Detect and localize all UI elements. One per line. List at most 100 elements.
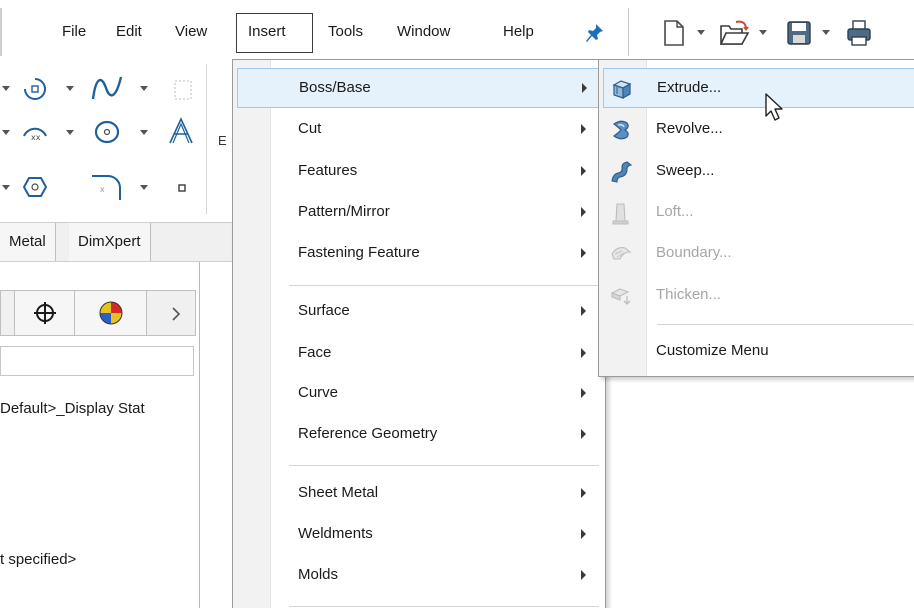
loft-icon [612,203,629,225]
svg-text:xx: xx [31,133,41,142]
submenu-item-sweep[interactable]: Sweep... [603,152,914,192]
menu-separator [289,606,599,607]
display-state-node[interactable]: Default>_Display Stat [0,400,145,417]
menu-tools[interactable]: Tools [328,22,363,46]
submenu-arrow-icon [581,306,586,316]
circle-sketch-icon[interactable] [92,118,122,146]
submenu-item-label: Thicken... [656,286,722,303]
submenu-item-revolve[interactable]: Revolve... [603,110,914,150]
sketch-picture-icon [174,80,192,100]
submenu-arrow-icon [582,83,587,93]
chevron-right-icon[interactable] [171,306,181,322]
menu-item-reference-geometry[interactable]: Reference Geometry [237,415,601,455]
submenu-arrow-icon [581,124,586,134]
ellipse-sketch-icon[interactable]: xx [20,118,50,144]
dropdown-arrow-icon[interactable] [66,86,74,92]
submenu-arrow-icon [581,429,586,439]
menu-item-label: Molds [298,566,339,583]
menu-item-label: Reference Geometry [298,425,438,442]
menu-view[interactable]: View [175,22,207,46]
submenu-item-loft[interactable]: Loft... [603,193,914,233]
hexagon-sketch-icon[interactable] [22,174,48,200]
submenu-arrow-icon [581,348,586,358]
new-dropdown-arrow-icon[interactable] [697,30,705,36]
menu-item-boss-base[interactable]: Boss/Base [237,68,601,108]
dropdown-arrow-icon[interactable] [140,130,148,136]
material-node[interactable]: t specified> [0,551,76,568]
dropdown-arrow-icon[interactable] [2,130,10,136]
menu-help[interactable]: Help [503,22,534,46]
dropdown-arrow-icon[interactable] [140,86,148,92]
submenu-item-extrude[interactable]: Extrude... [603,68,914,108]
dropdown-arrow-icon[interactable] [140,185,148,191]
dropdown-arrow-icon[interactable] [2,185,10,191]
menu-item-label: Boss/Base [299,79,371,96]
menu-file[interactable]: File [62,22,86,46]
print-icon[interactable] [844,18,874,48]
sweep-icon [611,161,633,183]
sketch-text-icon[interactable] [166,116,196,146]
command-partial-label: E [218,133,227,148]
point-sketch-icon[interactable] [176,182,188,194]
menubar-separator [628,8,629,56]
menu-item-sheet-metal[interactable]: Sheet Metal [237,474,601,514]
menu-item-label: Fastening Feature [298,244,420,261]
dimxpert-manager-tab[interactable] [15,291,75,335]
pin-icon[interactable] [585,22,605,44]
menu-item-label: Weldments [298,525,373,542]
dropdown-arrow-icon[interactable] [66,130,74,136]
menu-separator [289,285,599,286]
save-icon[interactable] [784,18,814,48]
menu-item-curve[interactable]: Curve [237,374,601,414]
menu-item-label: Features [298,162,358,179]
submenu-arrow-icon [581,529,586,539]
insert-menu: Boss/Base Cut Features Pattern/Mirror Fa… [232,59,606,608]
menu-item-label: Sheet Metal [298,484,379,501]
fillet-sketch-icon[interactable]: x [90,172,124,202]
open-folder-icon[interactable] [718,18,752,48]
submenu-arrow-icon [581,248,586,258]
menu-edit[interactable]: Edit [116,22,142,46]
submenu-item-boundary[interactable]: Boundary... [603,234,914,274]
menu-item-label: Face [298,344,332,361]
menu-insert[interactable]: Insert [248,22,286,46]
window-edge [0,8,2,56]
revolve-icon [612,120,629,140]
menu-item-weldments[interactable]: Weldments [237,515,601,555]
new-document-icon[interactable] [659,18,689,48]
menu-item-molds[interactable]: Molds [237,556,601,596]
menu-item-fastening-feature[interactable]: Fastening Feature [237,234,601,274]
spline-icon[interactable] [90,74,124,102]
crosshair-icon [34,302,56,324]
menu-bar: File Edit View Insert Tools Window Help [0,0,914,64]
menu-separator [289,465,599,466]
tab-sheet-metal[interactable]: Metal [0,223,56,261]
filter-input[interactable] [0,346,194,376]
submenu-item-label: Customize Menu [656,342,769,359]
save-dropdown-arrow-icon[interactable] [822,30,830,36]
dropdown-arrow-icon[interactable] [2,86,10,92]
appearance-sphere-icon [99,301,123,325]
display-manager-tab[interactable] [75,291,147,335]
submenu-item-label: Revolve... [656,120,723,137]
panel-tab-partial[interactable] [1,291,15,335]
svg-text:x: x [100,185,105,194]
command-manager-tabs: Metal DimXpert [0,222,236,262]
menu-item-surface[interactable]: Surface [237,292,601,332]
submenu-item-thicken[interactable]: Thicken... [603,276,914,316]
menu-item-label: Curve [298,384,339,401]
command-separator [206,64,207,214]
menu-item-label: Surface [298,302,350,319]
submenu-arrow-icon [581,388,586,398]
boundary-icon [611,247,632,260]
open-dropdown-arrow-icon[interactable] [759,30,767,36]
menu-item-cut[interactable]: Cut [237,110,601,150]
submenu-item-label: Boundary... [656,244,732,261]
menu-item-pattern-mirror[interactable]: Pattern/Mirror [237,193,601,233]
menu-window[interactable]: Window [397,22,450,46]
tab-dimxpert[interactable]: DimXpert [69,223,151,261]
polygon-sketch-icon[interactable] [22,76,48,102]
submenu-item-customize-menu[interactable]: Customize Menu [603,332,914,372]
menu-item-features[interactable]: Features [237,152,601,192]
menu-item-face[interactable]: Face [237,334,601,374]
